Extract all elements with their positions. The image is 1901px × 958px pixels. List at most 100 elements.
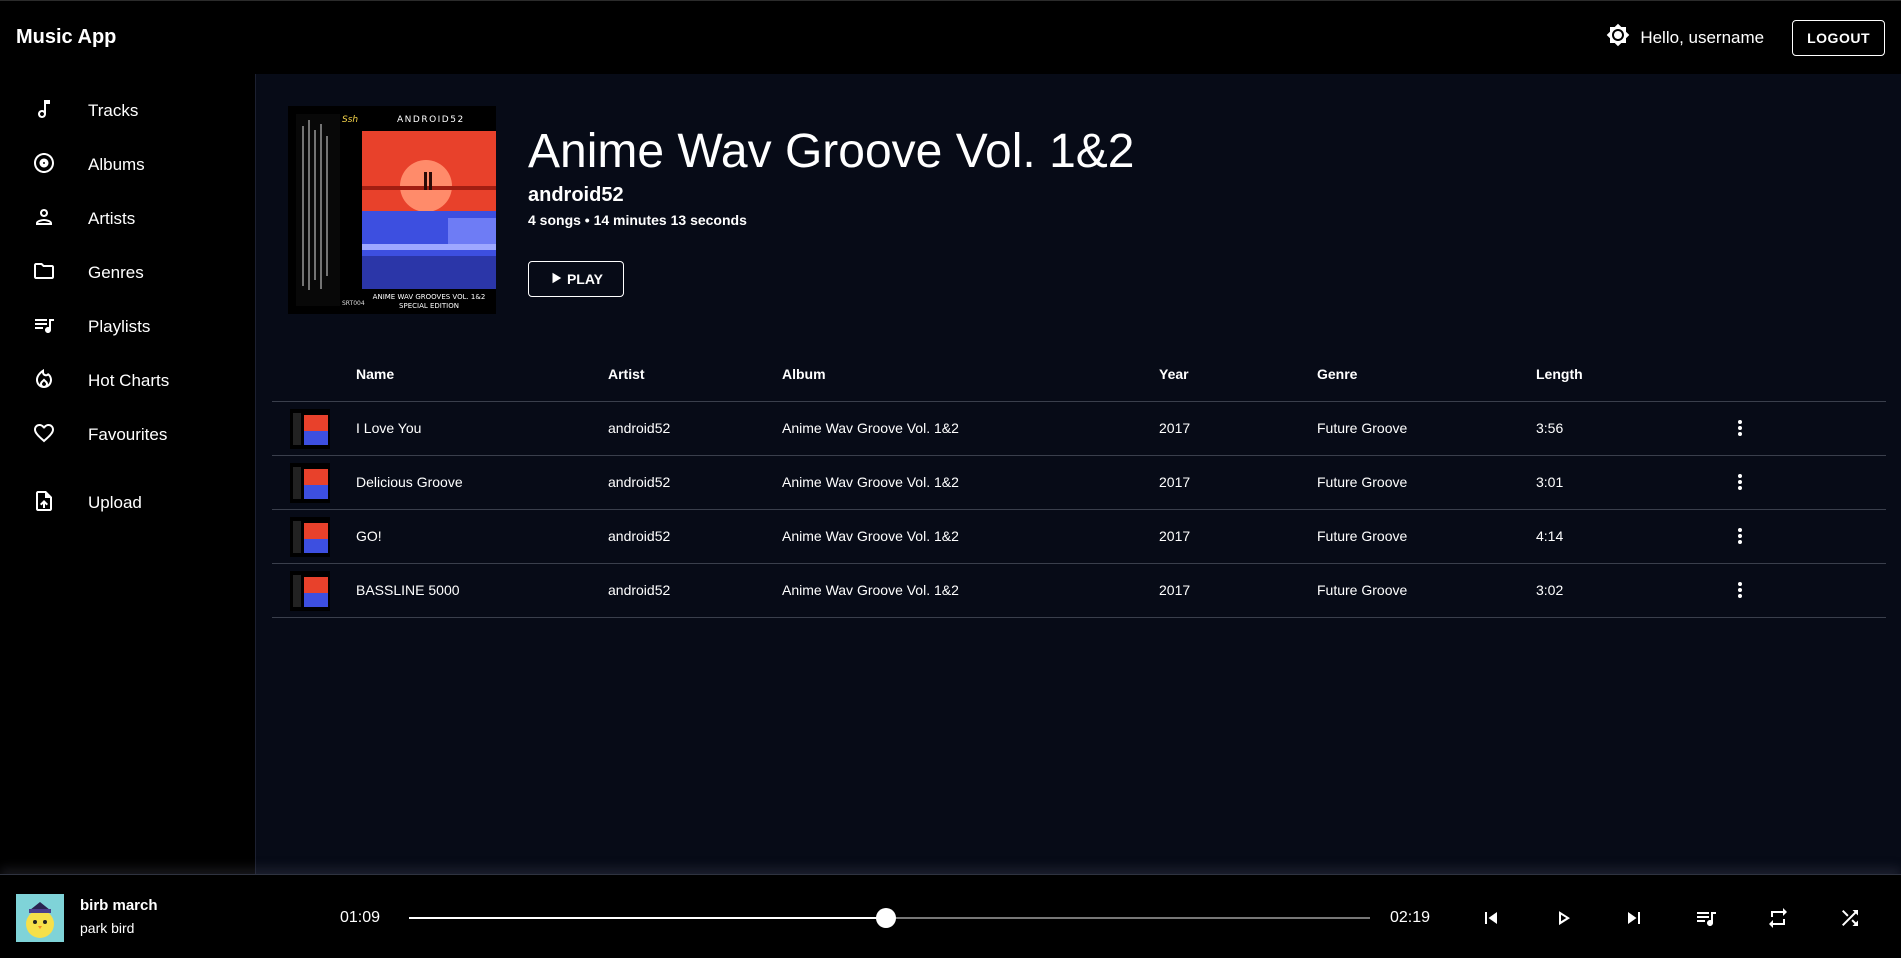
playlist-icon: [32, 313, 56, 342]
top-right-controls: Hello, username LOGOUT: [1606, 19, 1885, 56]
track-album[interactable]: Anime Wav Groove Vol. 1&2: [782, 582, 959, 598]
sidebar-item-label: Favourites: [88, 425, 168, 444]
track-thumbnail: [290, 517, 330, 557]
track-album[interactable]: Anime Wav Groove Vol. 1&2: [782, 528, 959, 544]
more-vert-icon[interactable]: [1728, 416, 1752, 440]
play-album-button[interactable]: PLAY: [528, 261, 624, 297]
track-album[interactable]: Anime Wav Groove Vol. 1&2: [782, 474, 959, 490]
cover-brand-text: ANDROID52: [397, 115, 465, 125]
track-artist[interactable]: android52: [608, 474, 670, 490]
now-playing-title: birb march: [80, 897, 158, 914]
track-artist[interactable]: android52: [608, 420, 670, 436]
more-vert-icon[interactable]: [1728, 524, 1752, 548]
queue-icon[interactable]: [1694, 906, 1718, 930]
track-genre[interactable]: Future Groove: [1317, 582, 1407, 598]
track-name: I Love You: [356, 420, 422, 436]
cover-caption-1: ANIME WAV GROOVES VOL. 1&2: [373, 293, 486, 301]
sidebar-item-label: Hot Charts: [88, 371, 170, 390]
sidebar-item-label: Upload: [88, 493, 142, 512]
album-meta: 4 songs • 14 minutes 13 seconds: [528, 212, 747, 228]
album-artist[interactable]: android52: [528, 184, 624, 207]
total-time: 02:19: [1390, 909, 1431, 926]
sidebar-item-label: Albums: [88, 155, 145, 174]
cover-caption-2: SPECIAL EDITION: [399, 302, 459, 310]
skip-previous-icon[interactable]: [1479, 906, 1503, 930]
album-cover: Ssh ANDROID52 ANIME WAV GROOVES VOL. 1&2…: [288, 106, 496, 314]
track-length: 3:02: [1536, 582, 1564, 598]
track-thumbnail: [290, 571, 330, 611]
shuffle-icon[interactable]: [1838, 906, 1862, 930]
repeat-icon[interactable]: [1766, 906, 1790, 930]
track-length: 4:14: [1536, 528, 1564, 544]
column-header-genre[interactable]: Genre: [1317, 366, 1357, 382]
logout-button[interactable]: LOGOUT: [1792, 19, 1885, 56]
sidebar-item-label: Tracks: [88, 101, 139, 120]
sidebar-item-label: Artists: [88, 209, 136, 228]
now-playing-artist: park bird: [80, 920, 135, 936]
sidebar-item-favourites[interactable]: Favourites: [0, 408, 256, 462]
play-icon: [549, 271, 563, 288]
sidebar: Tracks Albums Artists Genres Playlists H…: [0, 74, 256, 874]
tracks-table: Name Artist Album Year Genre Length I Lo…: [272, 346, 1886, 618]
track-year: 2017: [1159, 528, 1191, 544]
app-title: Music App: [16, 26, 117, 48]
seek-thumb[interactable]: [875, 908, 896, 928]
track-genre[interactable]: Future Groove: [1317, 474, 1407, 490]
sidebar-item-genres[interactable]: Genres: [0, 246, 256, 300]
track-name: Delicious Groove: [356, 474, 463, 490]
table-header: Name Artist Album Year Genre Length: [272, 346, 1886, 402]
sidebar-item-albums[interactable]: Albums: [0, 138, 256, 192]
column-header-length[interactable]: Length: [1536, 366, 1583, 382]
track-year: 2017: [1159, 474, 1191, 490]
seek-progress-fill: [409, 917, 886, 919]
play-button-label: PLAY: [566, 271, 604, 287]
column-header-artist[interactable]: Artist: [608, 366, 645, 382]
more-vert-icon[interactable]: [1728, 578, 1752, 602]
column-header-album[interactable]: Album: [782, 366, 826, 382]
more-vert-icon[interactable]: [1728, 470, 1752, 494]
current-time: 01:09: [340, 909, 381, 926]
track-name: BASSLINE 5000: [356, 582, 460, 598]
column-header-year[interactable]: Year: [1159, 366, 1189, 382]
track-year: 2017: [1159, 420, 1191, 436]
track-length: 3:01: [1536, 474, 1564, 490]
sidebar-item-hot-charts[interactable]: Hot Charts: [0, 354, 256, 408]
player-bar: birb march park bird 01:09 02:19: [0, 874, 1901, 958]
main-content: Ssh ANDROID52 ANIME WAV GROOVES VOL. 1&2…: [256, 74, 1901, 874]
user-greeting: Hello, username: [1640, 27, 1765, 47]
track-artist[interactable]: android52: [608, 582, 670, 598]
track-genre[interactable]: Future Groove: [1317, 528, 1407, 544]
track-name: GO!: [356, 528, 382, 544]
brightness-icon[interactable]: [1606, 23, 1630, 52]
music-note-icon: [32, 97, 56, 126]
flame-icon: [32, 367, 56, 396]
upload-file-icon: [32, 489, 56, 518]
cover-code: SRT004: [342, 300, 365, 307]
play-icon[interactable]: [1551, 906, 1575, 930]
table-row[interactable]: I Love You android52 Anime Wav Groove Vo…: [272, 402, 1886, 456]
sidebar-item-label: Genres: [88, 263, 144, 282]
folder-icon: [32, 259, 56, 288]
sidebar-item-label: Playlists: [88, 317, 151, 336]
track-genre[interactable]: Future Groove: [1317, 420, 1407, 436]
seek-slider[interactable]: [409, 908, 1370, 928]
top-app-bar: Music App Hello, username LOGOUT: [0, 0, 1901, 74]
person-icon: [32, 205, 56, 234]
album-title: Anime Wav Groove Vol. 1&2: [528, 125, 1135, 178]
sidebar-item-tracks[interactable]: Tracks: [0, 84, 256, 138]
table-row[interactable]: GO! android52 Anime Wav Groove Vol. 1&2 …: [272, 510, 1886, 564]
track-length: 3:56: [1536, 420, 1564, 436]
sidebar-item-artists[interactable]: Artists: [0, 192, 256, 246]
track-year: 2017: [1159, 582, 1191, 598]
track-album[interactable]: Anime Wav Groove Vol. 1&2: [782, 420, 959, 436]
track-thumbnail: [290, 409, 330, 449]
sidebar-item-playlists[interactable]: Playlists: [0, 300, 256, 354]
table-row[interactable]: Delicious Groove android52 Anime Wav Gro…: [272, 456, 1886, 510]
track-artist[interactable]: android52: [608, 528, 670, 544]
table-row[interactable]: BASSLINE 5000 android52 Anime Wav Groove…: [272, 564, 1886, 618]
album-icon: [32, 151, 56, 180]
svg-text:Ssh: Ssh: [342, 115, 358, 125]
column-header-name[interactable]: Name: [356, 366, 394, 382]
sidebar-item-upload[interactable]: Upload: [0, 476, 256, 530]
skip-next-icon[interactable]: [1622, 906, 1646, 930]
